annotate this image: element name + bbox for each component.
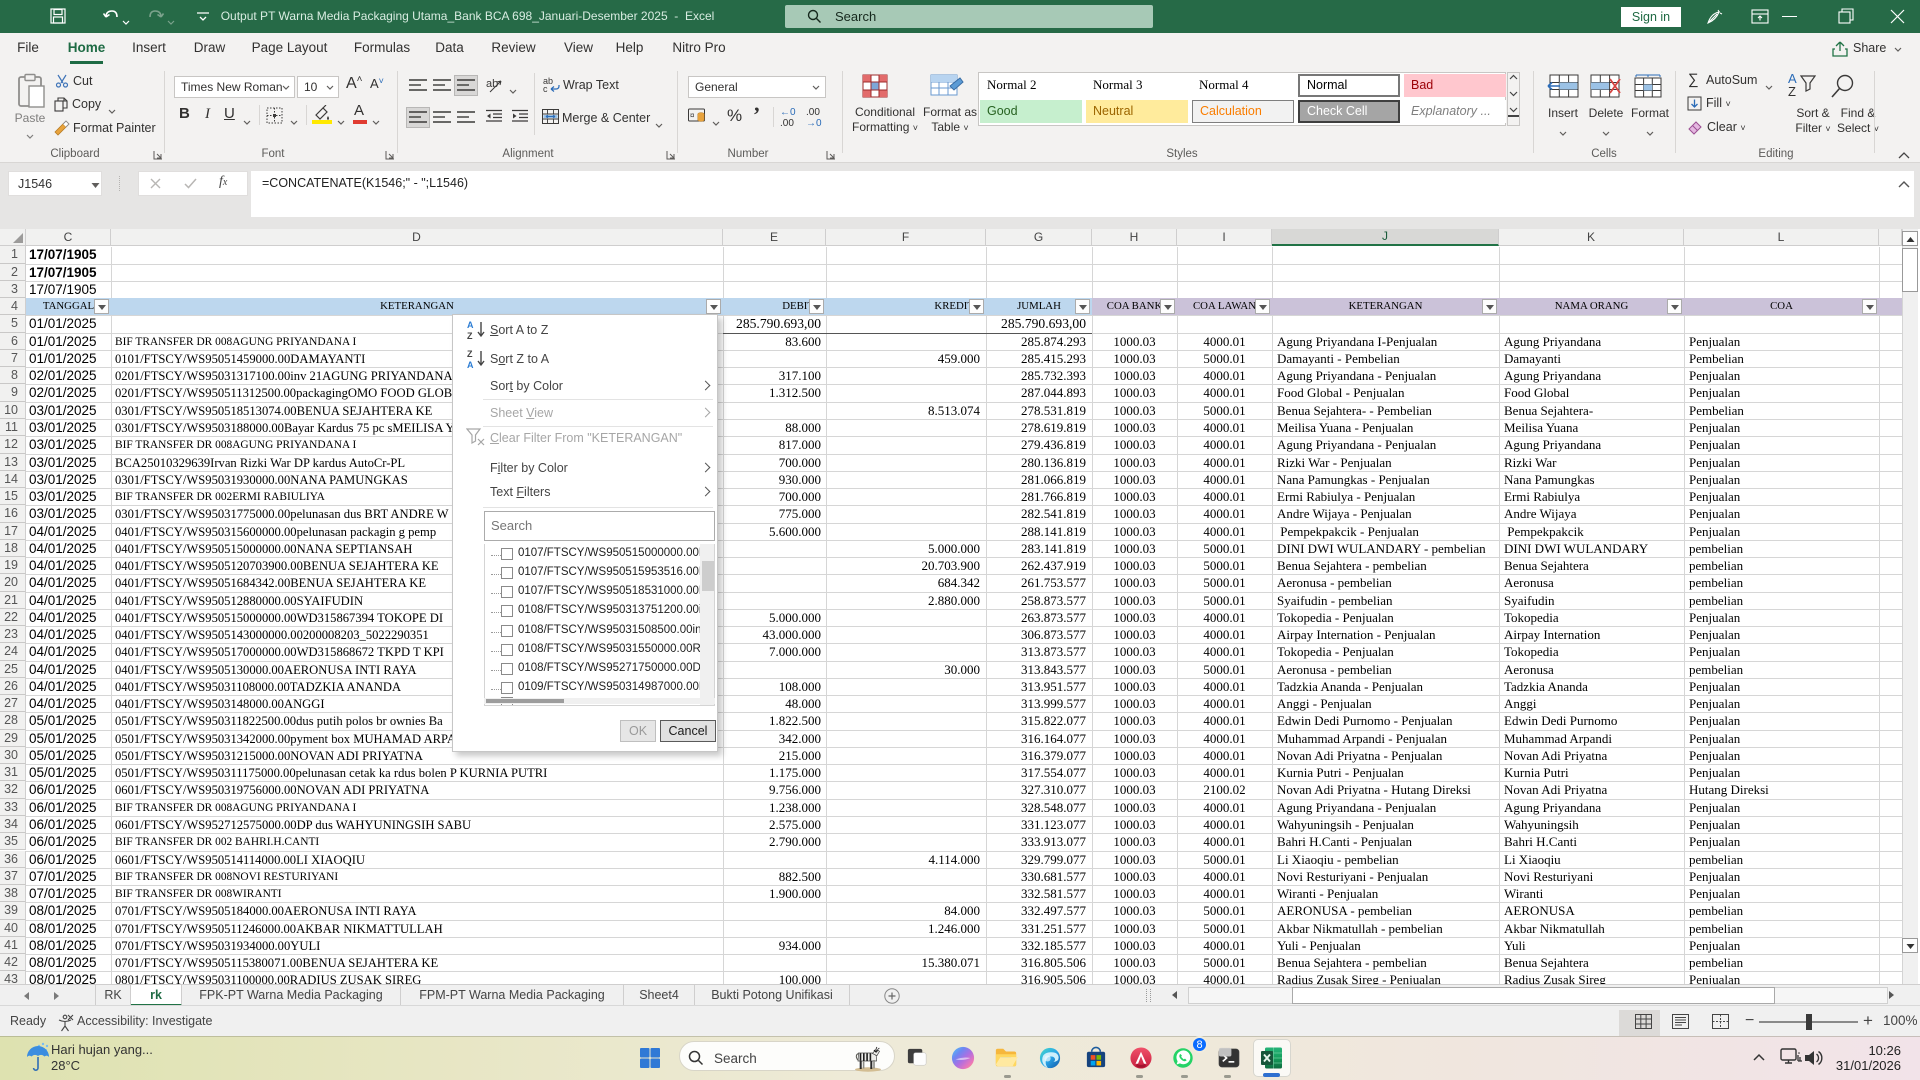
svg-text:ab: ab — [486, 78, 498, 90]
svg-text:¤: ¤ — [690, 111, 695, 120]
svg-text:c: c — [543, 84, 548, 93]
